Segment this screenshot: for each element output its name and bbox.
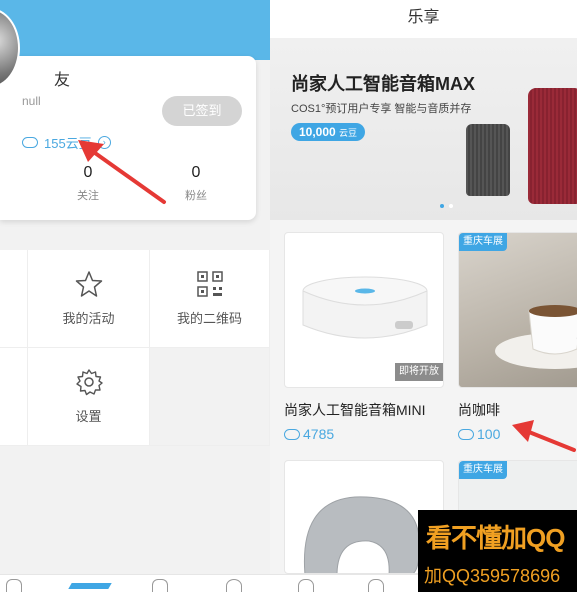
product-title: 尚咖啡: [458, 402, 500, 418]
profile-pane: 友 null 已签到 155云豆 › 0 关注 0 粉丝 我的活动 我的二维码 …: [0, 0, 270, 592]
bottom-tab-bar: [0, 574, 270, 592]
qr-code-icon: [196, 271, 223, 297]
menu-grid: 我的活动 我的二维码 设置: [0, 250, 270, 446]
banner-subtitle: COS1°预订用户专享 智能与音质并存: [291, 103, 472, 115]
user-subtitle: null: [22, 94, 41, 108]
carousel-dot-active: [440, 204, 444, 208]
profile-card: 友 null 已签到 155云豆 › 0 关注 0 粉丝: [0, 56, 256, 220]
product-image: 即将开放: [284, 232, 444, 388]
banner-price-unit: 云豆: [339, 128, 358, 138]
product-tag: 重庆车展: [459, 233, 507, 251]
menu-item-qrcode[interactable]: 我的二维码: [150, 250, 270, 348]
menu-cell-partial: [0, 348, 28, 446]
beans-label: 155云豆: [44, 136, 92, 151]
menu-cell-partial: [0, 250, 28, 348]
product-price-value: 100: [477, 426, 501, 442]
fans-label: 粉丝: [185, 190, 207, 202]
gift-icon[interactable]: [152, 579, 168, 592]
fans-count: 0: [191, 164, 201, 181]
following-label: 关注: [77, 190, 99, 202]
menu-label: 设置: [75, 409, 102, 424]
banner-title: 尚家人工智能音箱MAX: [291, 74, 475, 94]
product-price-value: 4785: [303, 426, 335, 442]
menu-label: 我的活动: [62, 311, 115, 326]
carousel-dots: [440, 204, 453, 208]
watermark-line2: 加QQ359578696: [424, 566, 561, 586]
coming-soon-badge: 即将开放: [395, 363, 443, 381]
product-image: 重庆车展: [458, 232, 577, 388]
speaker-black-image: [466, 124, 510, 196]
product-price: 4785: [284, 426, 334, 442]
banner-price: 10,000: [299, 125, 336, 139]
product-card[interactable]: 即将开放 尚家人工智能音箱MINI 4785: [284, 232, 444, 446]
cloud-icon: [22, 137, 38, 148]
product-card[interactable]: 重庆车展 尚咖啡 100: [458, 232, 577, 446]
following-stat[interactable]: 0 关注: [58, 164, 118, 203]
menu-cell-empty: [150, 348, 270, 446]
menu-label: 我的二维码: [176, 311, 242, 326]
cloud-icon: [458, 428, 474, 440]
product-title: 尚家人工智能音箱MINI: [284, 402, 426, 418]
menu-item-settings[interactable]: 设置: [28, 348, 150, 446]
product-price: 100: [458, 426, 500, 442]
cloud-icon: [284, 428, 300, 440]
star-icon: [75, 271, 102, 297]
product-tag: 重庆车展: [459, 461, 507, 479]
speaker-red-image: [528, 88, 577, 204]
signin-button[interactable]: 已签到: [162, 96, 242, 126]
page-title: 乐享: [270, 0, 577, 38]
menu-item-activities[interactable]: 我的活动: [28, 250, 150, 348]
chat-icon[interactable]: [6, 579, 22, 592]
chat-icon[interactable]: [368, 579, 384, 592]
banner-price-badge: 10,000 云豆: [291, 123, 366, 141]
watermark: 看不懂加QQ 加QQ359578696: [418, 510, 577, 592]
user-name: 友: [54, 72, 71, 89]
profile-icon[interactable]: [226, 579, 242, 592]
promo-banner[interactable]: 尚家人工智能音箱MAX COS1°预订用户专享 智能与音质并存 10,000 云…: [270, 38, 577, 220]
fans-stat[interactable]: 0 粉丝: [166, 164, 226, 203]
profile-header: [0, 0, 270, 60]
store-pane: 乐享 尚家人工智能音箱MAX COS1°预订用户专享 智能与音质并存 10,00…: [270, 0, 577, 592]
coffee-cup-image: [495, 305, 577, 369]
beans-link[interactable]: 155云豆 ›: [22, 133, 111, 152]
following-count: 0: [83, 164, 93, 181]
chevron-right-icon: ›: [97, 136, 111, 149]
car-icon[interactable]: [68, 583, 112, 589]
watermark-line1: 看不懂加QQ: [426, 523, 565, 553]
carousel-dot: [449, 204, 453, 208]
home-icon[interactable]: [298, 579, 314, 592]
gear-icon: [75, 369, 103, 396]
